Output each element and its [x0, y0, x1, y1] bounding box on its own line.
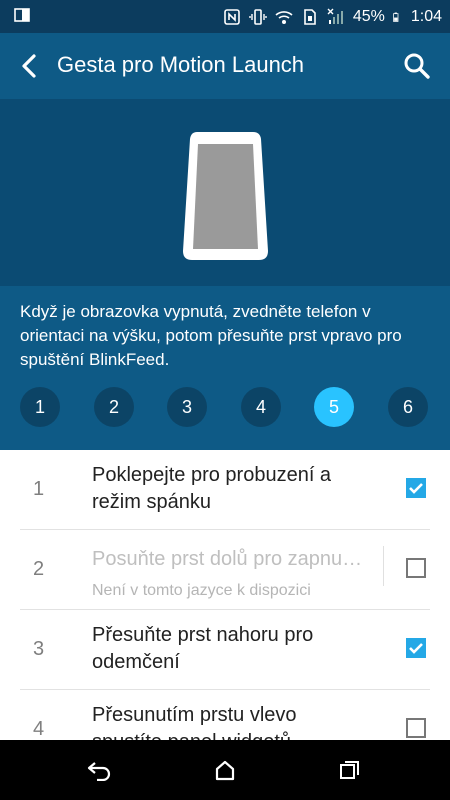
item-label: Přesunutím prstu vlevo spustíte panel wi…: [92, 704, 297, 740]
navigation-bar: [0, 740, 450, 800]
item-number: 1: [33, 478, 45, 500]
battery-icon: [393, 12, 399, 22]
item-label: Přesuňte prst nahoru pro odemčení: [92, 624, 314, 673]
gesture-illustration-area: [0, 99, 450, 286]
gesture-description-panel: Když je obrazovka vypnutá, zvedněte tele…: [0, 286, 450, 450]
item-label: Poklepejte pro probuzení a režim spánku: [92, 464, 332, 513]
back-icon: [87, 762, 111, 781]
item-label: Posuňte prst dolů pro zapnu…: [92, 548, 363, 570]
app-bar: Gesta pro Motion Launch: [0, 33, 450, 99]
search-icon: [404, 53, 430, 79]
nav-home-button[interactable]: [205, 750, 245, 790]
list-item[interactable]: 1 Poklepejte pro probuzení a režim spánk…: [0, 450, 450, 530]
checkbox[interactable]: [406, 638, 426, 658]
wifi-icon: [275, 10, 293, 24]
list-item[interactable]: 3 Přesuňte prst nahoru pro odemčení: [0, 610, 450, 690]
nfc-icon: [224, 8, 240, 25]
recents-icon: [340, 761, 359, 779]
status-bar: 45% 1:04: [0, 0, 450, 33]
step-6[interactable]: 6: [388, 387, 428, 427]
step-1[interactable]: 1: [20, 387, 60, 427]
battery-percent: 45%: [352, 7, 385, 25]
checkmark-icon: [409, 483, 423, 494]
checkbox[interactable]: [406, 718, 426, 738]
phone-illustration: [183, 132, 268, 260]
checkbox[interactable]: [406, 558, 426, 578]
nav-back-button[interactable]: [80, 750, 120, 790]
gesture-description: Když je obrazovka vypnutá, zvedněte tele…: [20, 302, 402, 369]
signal-icon: [327, 8, 343, 24]
search-button[interactable]: [402, 50, 432, 82]
page-title: Gesta pro Motion Launch: [57, 52, 305, 77]
home-icon: [215, 760, 235, 781]
item-sublabel: Není v tomto jazyce k dispozici: [92, 582, 311, 599]
step-4[interactable]: 4: [241, 387, 281, 427]
list-item[interactable]: 4 Přesunutím prstu vlevo spustíte panel …: [0, 690, 450, 740]
item-number: 3: [33, 638, 45, 660]
back-button[interactable]: [14, 50, 44, 82]
step-2[interactable]: 2: [94, 387, 134, 427]
item-number: 2: [33, 558, 45, 580]
sim-icon: [304, 8, 316, 25]
item-number: 4: [33, 718, 45, 740]
vertical-divider: [383, 546, 384, 586]
back-arrow-icon: [22, 54, 36, 78]
checkmark-icon: [409, 643, 423, 654]
list-item[interactable]: 2 Posuňte prst dolů pro zapnu… Není v to…: [0, 530, 450, 610]
step-indicator: 1 2 3 4 5 6: [0, 387, 450, 435]
screen-mirror-icon: [14, 8, 30, 22]
vibrate-icon: [249, 8, 267, 25]
step-5[interactable]: 5: [314, 387, 354, 427]
clock: 1:04: [410, 7, 442, 25]
step-3[interactable]: 3: [167, 387, 207, 427]
gesture-settings-list: 1 Poklepejte pro probuzení a režim spánk…: [0, 450, 450, 740]
checkbox[interactable]: [406, 478, 426, 498]
status-icons: 45% 1:04: [223, 0, 442, 33]
nav-recents-button[interactable]: [330, 750, 370, 790]
